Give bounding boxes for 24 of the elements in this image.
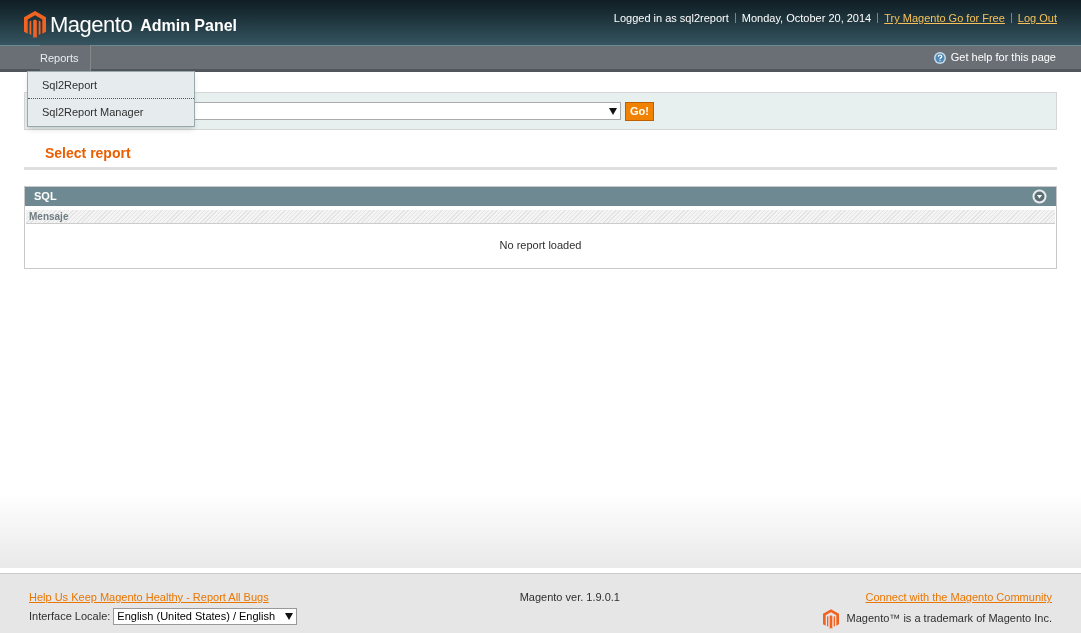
collapse-icon[interactable] (1032, 189, 1047, 204)
column-header: Mensaje (26, 210, 1055, 224)
locale-select[interactable]: English (United States) / English (113, 607, 298, 625)
footer-logo-icon (822, 608, 839, 629)
logo-subtitle: Admin Panel (140, 16, 238, 36)
nav-menu-item[interactable]: Reports (40, 51, 79, 64)
header-link[interactable]: Try Magento Go for Free (884, 10, 1005, 27)
page-title: Select report (45, 144, 132, 163)
logo-text: Magento (50, 11, 133, 39)
menu-item[interactable]: Sql2Report (28, 71, 194, 99)
header-link[interactable]: Log Out (1017, 10, 1057, 27)
logged-in-user: Logged in as sql2report (613, 11, 729, 26)
magento-logo-icon (24, 11, 46, 38)
trademark-text: Magento™ is a trademark of Magento Inc. (846, 611, 1052, 627)
dropdown-arrow-icon (609, 107, 617, 115)
current-date: Monday, October 20, 2014 (741, 11, 872, 26)
panel-title: SQL (34, 189, 57, 205)
dropdown-arrow-icon (285, 612, 294, 620)
help-link[interactable]: Get help for this page (950, 49, 1056, 66)
help-icon (933, 51, 946, 64)
locale-label: Interface Locale: (29, 608, 111, 624)
version-text: Magento ver. 1.9.0.1 (519, 590, 620, 605)
menu-item[interactable]: Sql2Report Manager (28, 99, 194, 126)
empty-message: No report loaded (499, 238, 582, 254)
